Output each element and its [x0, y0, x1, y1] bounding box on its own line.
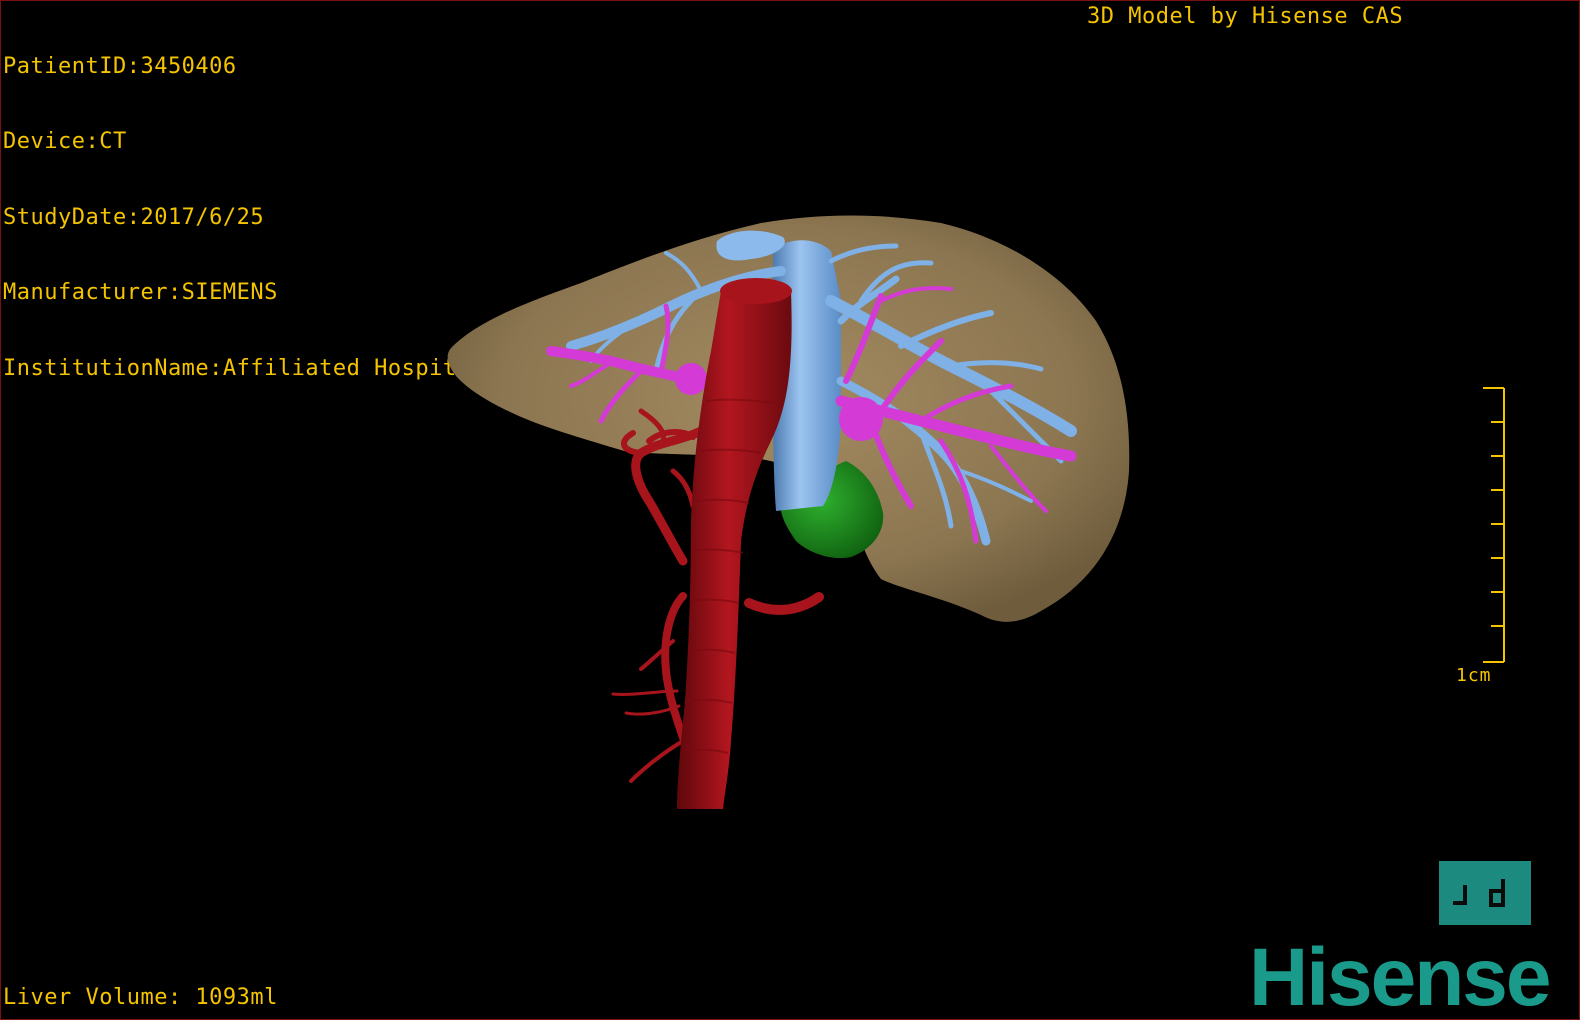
3d-viewport[interactable]: PatientID:3450406 Device:CT StudyDate:20… — [0, 0, 1580, 1020]
pd-logo-icon — [1439, 861, 1531, 925]
scale-bar — [1483, 387, 1505, 663]
liver-volume-text: Liver Volume: 1093ml — [3, 985, 278, 1010]
scale-label: 1cm — [1456, 665, 1492, 686]
liver-3d-model[interactable] — [1, 1, 1580, 1020]
hisense-logo: Hisense — [1249, 932, 1552, 1020]
